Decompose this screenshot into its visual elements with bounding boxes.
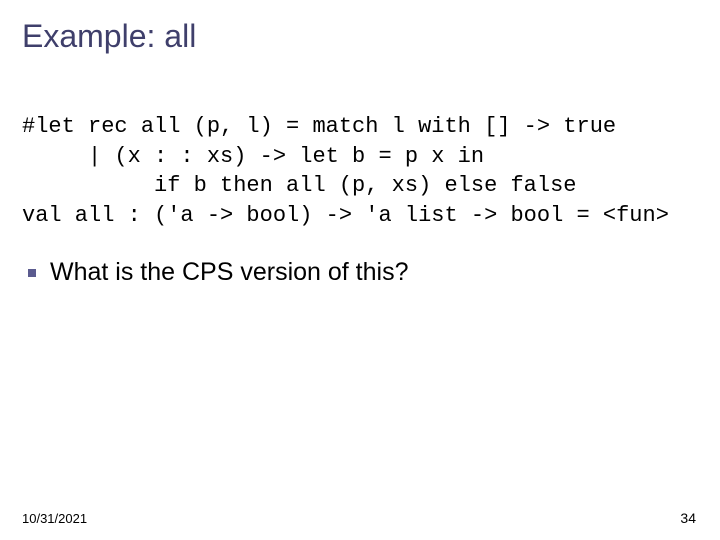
code-line-2: | (x : : xs) -> let b = p x in bbox=[22, 144, 484, 169]
code-line-4: val all : ('a -> bool) -> 'a list -> boo… bbox=[22, 203, 669, 228]
square-bullet-icon bbox=[28, 269, 36, 277]
bullet-item: What is the CPS version of this? bbox=[28, 258, 408, 287]
footer-page-number: 34 bbox=[680, 510, 696, 526]
slide-title: Example: all bbox=[22, 18, 196, 55]
code-block: #let rec all (p, l) = match l with [] ->… bbox=[22, 112, 698, 231]
slide: Example: all #let rec all (p, l) = match… bbox=[0, 0, 720, 540]
footer-date: 10/31/2021 bbox=[22, 511, 87, 526]
question-text: What is the CPS version of this? bbox=[50, 258, 408, 287]
code-line-1: #let rec all (p, l) = match l with [] ->… bbox=[22, 114, 616, 139]
code-line-3: if b then all (p, xs) else false bbox=[22, 173, 577, 198]
